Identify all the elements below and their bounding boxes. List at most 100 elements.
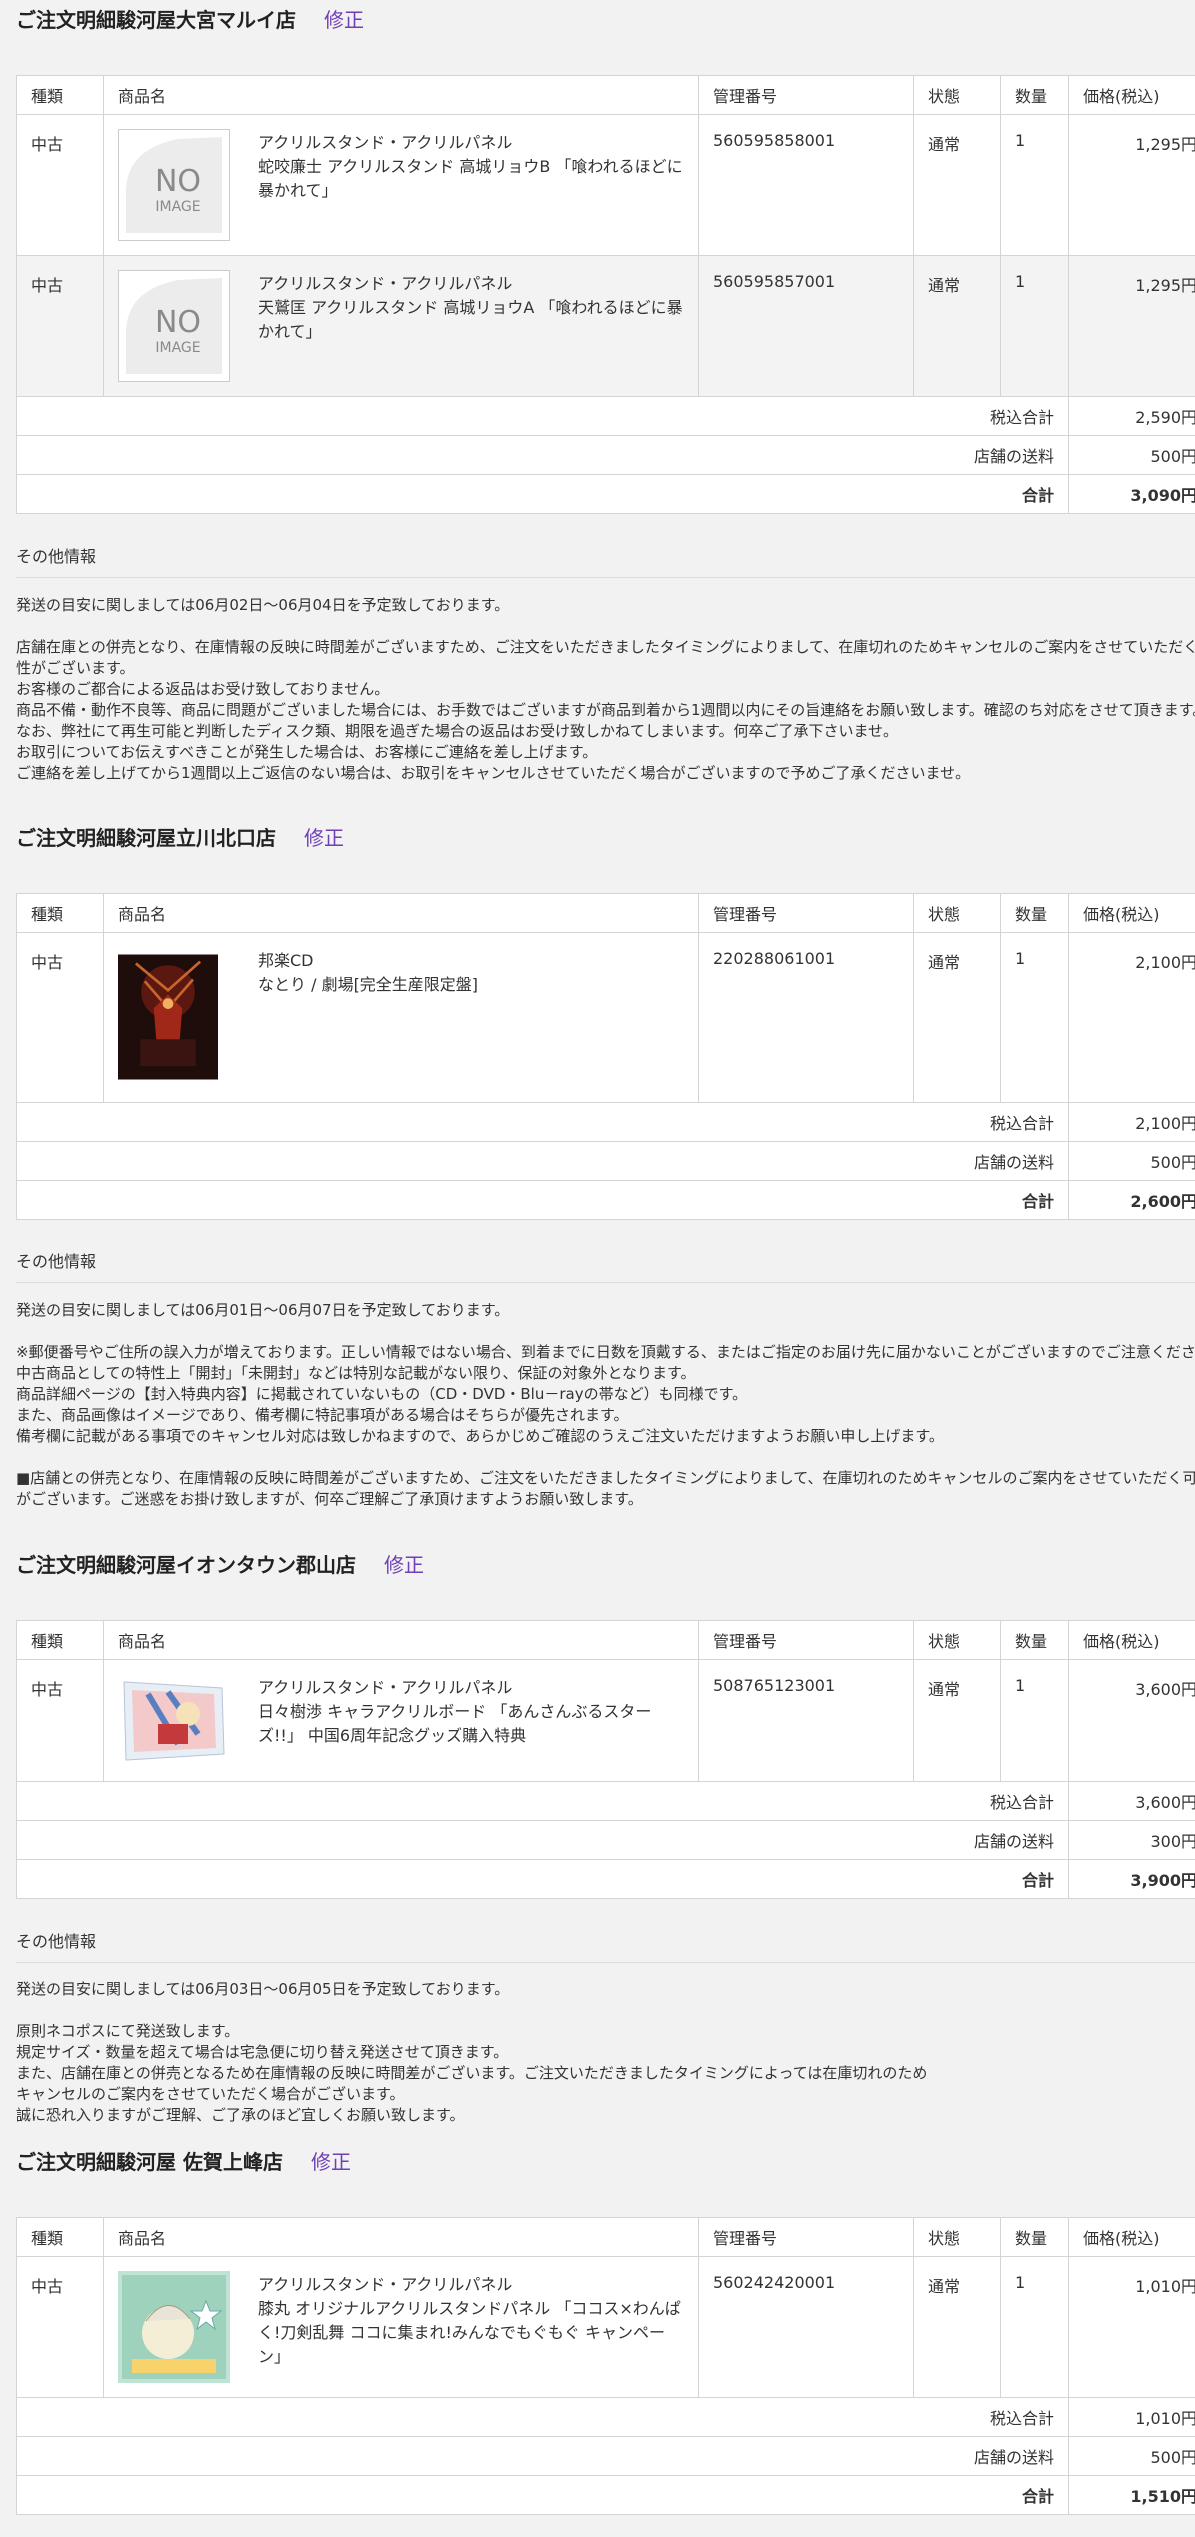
- product-name[interactable]: アクリルスタンド・アクリルパネル 天鷲匡 アクリルスタンド 高城リョウA 「喰われ…: [258, 272, 684, 344]
- product-name[interactable]: アクリルスタンド・アクリルパネル 蛇咬廉士 アクリルスタンド 高城リョウB 「喰わ…: [258, 131, 684, 203]
- edit-link[interactable]: 修正: [311, 2150, 351, 2174]
- table-row: 中古 アクリルスタンド・アクリルパネル 膝丸 オリジナルアクリルスタンドパネル 「…: [16, 2256, 1195, 2398]
- item-qty: 1: [1000, 2256, 1069, 2398]
- table-header-row: 種類 商品名 管理番号 状態 数量 価格(税込): [16, 893, 1195, 933]
- subtotal-row: 税込合計 3,600円: [16, 1781, 1195, 1821]
- shipping-row: 店舗の送料 500円: [16, 1141, 1195, 1181]
- header-type: 種類: [16, 893, 104, 933]
- header-code: 管理番号: [698, 2217, 914, 2257]
- subtotal-row: 税込合計 1,010円: [16, 2397, 1195, 2437]
- other-info-heading: その他情報: [16, 543, 1195, 578]
- total-row: 合計 3,090円: [16, 474, 1195, 514]
- item-price: 1,295円: [1068, 114, 1195, 256]
- item-type: 中古: [16, 114, 104, 256]
- total-label: 合計: [16, 1180, 1069, 1220]
- item-qty: 1: [1000, 932, 1069, 1103]
- total-row: 合計 2,600円: [16, 1180, 1195, 1220]
- item-status: 通常: [913, 2256, 1001, 2398]
- order-table: 種類 商品名 管理番号 状態 数量 価格(税込) 中古 アクリルスタンド・アクリ…: [16, 2217, 1195, 2515]
- no-image-thumbnail[interactable]: NO IMAGE: [118, 129, 230, 241]
- shipping-label: 店舗の送料: [16, 1141, 1069, 1181]
- header-code: 管理番号: [698, 1620, 914, 1660]
- item-price: 1,295円: [1068, 255, 1195, 397]
- acrylic-board-thumbnail[interactable]: [118, 1674, 230, 1764]
- header-status: 状態: [913, 75, 1001, 115]
- total-value: 2,600円: [1068, 1180, 1195, 1220]
- other-info-heading: その他情報: [16, 1248, 1195, 1283]
- item-code: 560595857001: [698, 255, 914, 397]
- shipping-value: 300円: [1068, 1820, 1195, 1860]
- header-qty: 数量: [1000, 1620, 1069, 1660]
- shop-notes: 発送の目安に関しましては06月03日～06月05日を予定致しております。 原則ネ…: [16, 1980, 928, 2124]
- header-product: 商品名: [103, 893, 699, 933]
- header-type: 種類: [16, 2217, 104, 2257]
- total-value: 3,090円: [1068, 474, 1195, 514]
- shop-notes: 発送の目安に関しましては06月01日～06月07日を予定致しております。 ※郵便…: [16, 1301, 1195, 1508]
- item-code: 508765123001: [698, 1659, 914, 1782]
- item-type: 中古: [16, 1659, 104, 1782]
- item-qty: 1: [1000, 114, 1069, 256]
- no-image-thumbnail[interactable]: NO IMAGE: [118, 270, 230, 382]
- product-name[interactable]: 邦楽CD なとり / 劇場[完全生産限定盤]: [258, 949, 684, 997]
- edit-link[interactable]: 修正: [324, 8, 364, 32]
- subtotal-label: 税込合計: [16, 396, 1069, 436]
- header-price: 価格(税込): [1068, 2217, 1195, 2257]
- product-name[interactable]: アクリルスタンド・アクリルパネル 日々樹渉 キャラアクリルボード 「あんさんぶるス…: [258, 1676, 684, 1748]
- header-product: 商品名: [103, 2217, 699, 2257]
- total-row: 合計 3,900円: [16, 1859, 1195, 1899]
- edit-link[interactable]: 修正: [384, 1553, 424, 1577]
- item-status: 通常: [913, 114, 1001, 256]
- header-type: 種類: [16, 1620, 104, 1660]
- total-row: 合計 1,510円: [16, 2475, 1195, 2515]
- item-type: 中古: [16, 932, 104, 1103]
- shop-name: ご注文明細駿河屋大宮マルイ店: [16, 8, 296, 32]
- item-type: 中古: [16, 2256, 104, 2398]
- subtotal-value: 2,100円: [1068, 1102, 1195, 1142]
- shipping-value: 500円: [1068, 435, 1195, 475]
- total-label: 合計: [16, 1859, 1069, 1899]
- svg-text:IMAGE: IMAGE: [155, 199, 200, 215]
- shop-notes: 発送の目安に関しましては06月02日～06月04日を予定致しております。 店舗在…: [16, 596, 1195, 782]
- acrylic-panel-thumbnail[interactable]: [118, 2271, 230, 2383]
- shop-title: ご注文明細駿河屋 佐賀上峰店 修正: [16, 2142, 351, 2182]
- shipping-label: 店舗の送料: [16, 2436, 1069, 2476]
- item-code: 220288061001: [698, 932, 914, 1103]
- item-code: 560595858001: [698, 114, 914, 256]
- item-product-cell: NO IMAGE アクリルスタンド・アクリルパネル 蛇咬廉士 アクリルスタンド 高…: [103, 114, 699, 256]
- shop-name: ご注文明細駿河屋 佐賀上峰店: [16, 2150, 283, 2174]
- item-status: 通常: [913, 1659, 1001, 1782]
- header-price: 価格(税込): [1068, 1620, 1195, 1660]
- item-product-cell: アクリルスタンド・アクリルパネル 日々樹渉 キャラアクリルボード 「あんさんぶるス…: [103, 1659, 699, 1782]
- shop-title: ご注文明細駿河屋イオンタウン郡山店 修正: [16, 1545, 424, 1585]
- shipping-label: 店舗の送料: [16, 435, 1069, 475]
- total-value: 3,900円: [1068, 1859, 1195, 1899]
- item-price: 2,100円: [1068, 932, 1195, 1103]
- item-price: 3,600円: [1068, 1659, 1195, 1782]
- cd-cover-thumbnail[interactable]: [118, 947, 218, 1087]
- shipping-row: 店舗の送料 500円: [16, 435, 1195, 475]
- subtotal-label: 税込合計: [16, 1102, 1069, 1142]
- item-code: 560242420001: [698, 2256, 914, 2398]
- subtotal-row: 税込合計 2,100円: [16, 1102, 1195, 1142]
- header-product: 商品名: [103, 75, 699, 115]
- shipping-value: 500円: [1068, 2436, 1195, 2476]
- edit-link[interactable]: 修正: [304, 826, 344, 850]
- order-table: 種類 商品名 管理番号 状態 数量 価格(税込) 中古 アクリルスタンド・アクリ…: [16, 1620, 1195, 1899]
- header-product: 商品名: [103, 1620, 699, 1660]
- header-qty: 数量: [1000, 2217, 1069, 2257]
- total-value: 1,510円: [1068, 2475, 1195, 2515]
- header-status: 状態: [913, 2217, 1001, 2257]
- table-row: 中古 邦楽CD なとり / 劇場[完全生産限定盤] 220288061001 通常…: [16, 932, 1195, 1103]
- table-header-row: 種類 商品名 管理番号 状態 数量 価格(税込): [16, 2217, 1195, 2257]
- product-name[interactable]: アクリルスタンド・アクリルパネル 膝丸 オリジナルアクリルスタンドパネル 「ココス…: [258, 2273, 684, 2369]
- total-label: 合計: [16, 2475, 1069, 2515]
- subtotal-row: 税込合計 2,590円: [16, 396, 1195, 436]
- header-code: 管理番号: [698, 75, 914, 115]
- subtotal-label: 税込合計: [16, 2397, 1069, 2437]
- shop-name: ご注文明細駿河屋立川北口店: [16, 826, 276, 850]
- svg-text:NO: NO: [155, 305, 201, 340]
- table-header-row: 種類 商品名 管理番号 状態 数量 価格(税込): [16, 1620, 1195, 1660]
- subtotal-label: 税込合計: [16, 1781, 1069, 1821]
- subtotal-value: 2,590円: [1068, 396, 1195, 436]
- shipping-row: 店舗の送料 500円: [16, 2436, 1195, 2476]
